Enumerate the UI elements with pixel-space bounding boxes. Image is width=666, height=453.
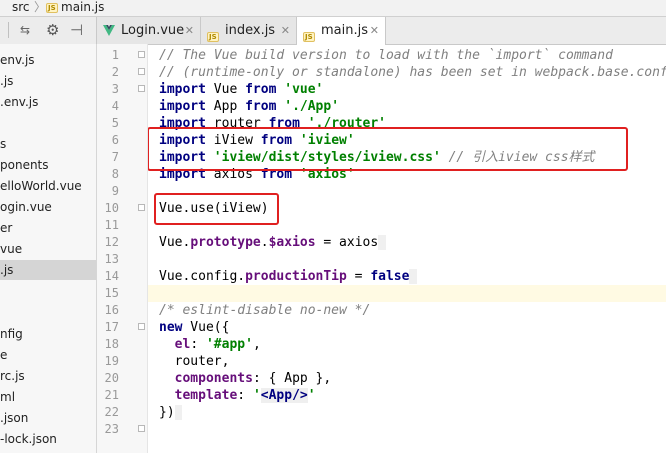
fold-marker-icon[interactable] <box>138 425 145 432</box>
code-line: Vue.config.productionTip = false <box>159 268 418 285</box>
fold-marker-icon[interactable] <box>138 204 145 211</box>
code-line: /* eslint-disable no-new */ <box>159 303 371 318</box>
code-line: router, <box>174 354 230 369</box>
tree-item[interactable]: rc.js <box>0 366 96 386</box>
tree-item[interactable]: -lock.json <box>0 429 96 449</box>
tree-item[interactable] <box>0 281 96 301</box>
line-number: 8 <box>111 167 119 181</box>
code-line: Vue.prototype.$axios = axios <box>159 234 387 251</box>
close-icon[interactable]: ✕ <box>185 17 194 44</box>
fold-marker-icon[interactable] <box>138 85 145 92</box>
tree-item[interactable]: ogin.vue <box>0 197 96 217</box>
breadcrumb-file[interactable]: main.js <box>61 0 104 16</box>
current-line-highlight <box>148 285 666 302</box>
code-line: el: '#app', <box>174 337 261 352</box>
line-number: 6 <box>111 133 119 147</box>
tab-index-js[interactable]: JS index.js ✕ <box>201 17 297 44</box>
line-number: 21 <box>104 388 119 402</box>
line-number: 22 <box>104 405 119 419</box>
line-number: 12 <box>104 235 119 249</box>
tree-item[interactable]: elloWorld.vue <box>0 176 96 196</box>
code-line: }) <box>159 404 183 421</box>
line-number: 2 <box>111 65 119 79</box>
code-editor[interactable]: // The Vue build version to load with th… <box>148 44 666 453</box>
annotation-box-iview-import <box>148 127 628 171</box>
fold-marker-icon[interactable] <box>138 51 145 58</box>
line-number: 23 <box>104 422 119 436</box>
line-number-gutter[interactable]: 1 2 3 4 5 6 7 8 9 10 11 12 13 14 15 16 1… <box>97 44 148 453</box>
code-line: // (runtime-only or standalone) has been… <box>159 65 666 80</box>
tree-item[interactable]: vue <box>0 239 96 259</box>
code-line: template: '<App/>' <box>174 388 316 403</box>
line-number: 20 <box>104 371 119 385</box>
editor-tabs: ⇆ ⚙ ⊣ Login.vue ✕ JS index.js ✕ JS main.… <box>0 17 666 45</box>
tree-item[interactable]: .json <box>0 408 96 428</box>
tab-main-js[interactable]: JS main.js ✕ <box>297 17 386 45</box>
line-number: 5 <box>111 116 119 130</box>
line-number: 17 <box>104 320 119 334</box>
code-line: import Vue from 'vue' <box>159 82 324 97</box>
tree-item[interactable]: s <box>0 134 96 154</box>
fold-marker-icon[interactable] <box>138 323 145 330</box>
tree-item[interactable] <box>0 113 96 133</box>
breadcrumb: src 〉 JS main.js <box>0 0 666 17</box>
line-number: 18 <box>104 337 119 351</box>
tree-item[interactable]: er <box>0 218 96 238</box>
line-number: 3 <box>111 82 119 96</box>
code-line: components: { App }, <box>174 371 332 386</box>
hide-panel-icon[interactable]: ⊣ <box>70 17 83 43</box>
code-line: // The Vue build version to load with th… <box>159 48 613 63</box>
tree-item-selected[interactable]: .js <box>0 260 96 280</box>
tree-item[interactable]: e <box>0 345 96 365</box>
close-icon[interactable]: ✕ <box>370 17 379 44</box>
tree-item[interactable]: .js <box>0 71 96 91</box>
line-number: 1 <box>111 48 119 62</box>
project-tree: env.js .js .env.js s ponents elloWorld.v… <box>0 44 97 453</box>
gear-icon[interactable]: ⚙ <box>46 17 59 43</box>
tree-item[interactable]: .env.js <box>0 92 96 112</box>
tree-item[interactable]: ml <box>0 387 96 407</box>
close-icon[interactable]: ✕ <box>281 17 290 44</box>
tree-item[interactable]: env.js <box>0 50 96 70</box>
project-toolbar: ⇆ ⚙ ⊣ <box>0 17 97 44</box>
line-number: 4 <box>111 99 119 113</box>
tree-item[interactable]: ponents <box>0 155 96 175</box>
tree-item[interactable] <box>0 302 96 322</box>
vue-file-icon <box>103 25 115 36</box>
line-number: 7 <box>111 150 119 164</box>
line-number: 15 <box>104 286 119 300</box>
fold-marker-icon[interactable] <box>138 68 145 75</box>
tab-login-vue[interactable]: Login.vue ✕ <box>97 17 201 44</box>
breadcrumb-folder[interactable]: src <box>12 0 30 16</box>
code-line: import App from './App' <box>159 99 340 114</box>
line-number: 11 <box>104 218 119 232</box>
line-number: 14 <box>104 269 119 283</box>
annotation-box-vue-use <box>154 193 279 225</box>
line-number: 13 <box>104 252 119 266</box>
line-number: 19 <box>104 354 119 368</box>
line-number: 10 <box>104 201 119 215</box>
js-file-icon: JS <box>46 2 58 13</box>
line-number: 9 <box>111 184 119 198</box>
collapse-all-icon[interactable]: ⇆ <box>20 18 30 42</box>
toolbar-divider <box>8 22 9 38</box>
line-number: 16 <box>104 303 119 317</box>
breadcrumb-separator: 〉 <box>34 0 47 14</box>
tree-item[interactable]: nfig <box>0 324 96 344</box>
code-line: new Vue({ <box>159 320 230 335</box>
